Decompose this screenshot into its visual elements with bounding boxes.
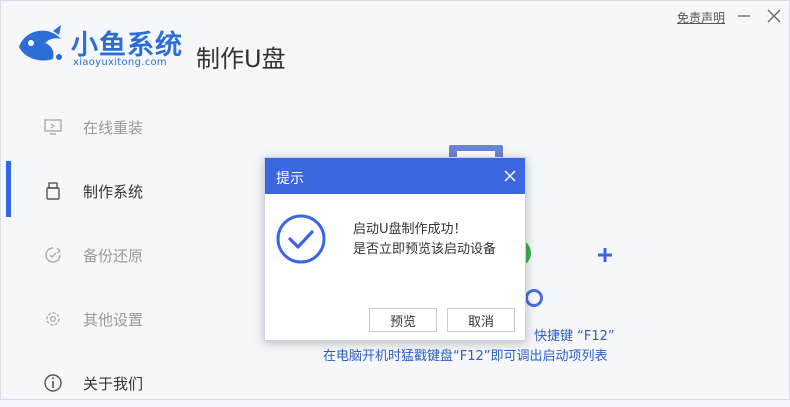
dialog-header: 提示: [265, 158, 525, 194]
hotkey-hint: 快捷键 “F12”: [534, 329, 615, 344]
sidebar-item-other-settings[interactable]: 其他设置: [1, 295, 181, 343]
sidebar-item-label: 备份还原: [83, 247, 144, 265]
sidebar: 在线重装 制作系统 备份还原 其他设置 关于我们: [1, 95, 181, 401]
cancel-button[interactable]: 取消: [447, 308, 515, 332]
dialog-message-line2: 是否立即预览该启动设备: [353, 242, 497, 257]
preview-button[interactable]: 预览: [369, 308, 437, 332]
success-dialog: 提示 启动U盘制作成功！ 是否立即预览该启动设备 预览 取消: [264, 157, 526, 341]
close-icon: [767, 9, 781, 23]
app-window: 小鱼系统 xiaoyuxitong.com 制作U盘 免责声明 在线重装 制作系…: [0, 0, 790, 400]
sidebar-item-label: 其他设置: [83, 311, 144, 329]
close-window-button[interactable]: [763, 5, 785, 27]
gear-icon: [46, 312, 60, 326]
fish-logo-icon: [19, 25, 62, 61]
usb-drive-icon: [46, 182, 60, 200]
sidebar-item-backup-restore[interactable]: 备份还原: [1, 231, 181, 279]
sidebar-item-label: 在线重装: [83, 119, 144, 137]
page-title: 制作U盘: [196, 45, 286, 73]
sidebar-item-label: 制作系统: [83, 183, 144, 201]
boot-menu-hint: 在电脑开机时猛戳键盘“F12”即可调出启动项列表: [323, 349, 608, 364]
success-check-icon: [276, 214, 326, 264]
sidebar-item-make-system[interactable]: 制作系统: [1, 167, 181, 215]
dialog-message-line1: 启动U盘制作成功！: [353, 222, 467, 237]
app-header: 小鱼系统 xiaoyuxitong.com 制作U盘 免责声明: [1, 1, 790, 91]
sidebar-item-label: 关于我们: [83, 375, 144, 393]
minimize-button[interactable]: [733, 5, 755, 27]
ring-decoration: [525, 289, 543, 307]
monitor-icon: [44, 119, 62, 135]
dialog-title: 提示: [276, 171, 304, 187]
backup-icon: [45, 247, 62, 263]
minimize-icon: [738, 15, 750, 17]
info-icon: [44, 374, 62, 392]
sidebar-item-online-reinstall[interactable]: 在线重装: [1, 103, 181, 151]
dialog-close-icon[interactable]: [501, 167, 519, 185]
disclaimer-link[interactable]: 免责声明: [677, 9, 725, 26]
brand-url: xiaoyuxitong.com: [73, 57, 167, 68]
plus-icon: [598, 248, 612, 262]
